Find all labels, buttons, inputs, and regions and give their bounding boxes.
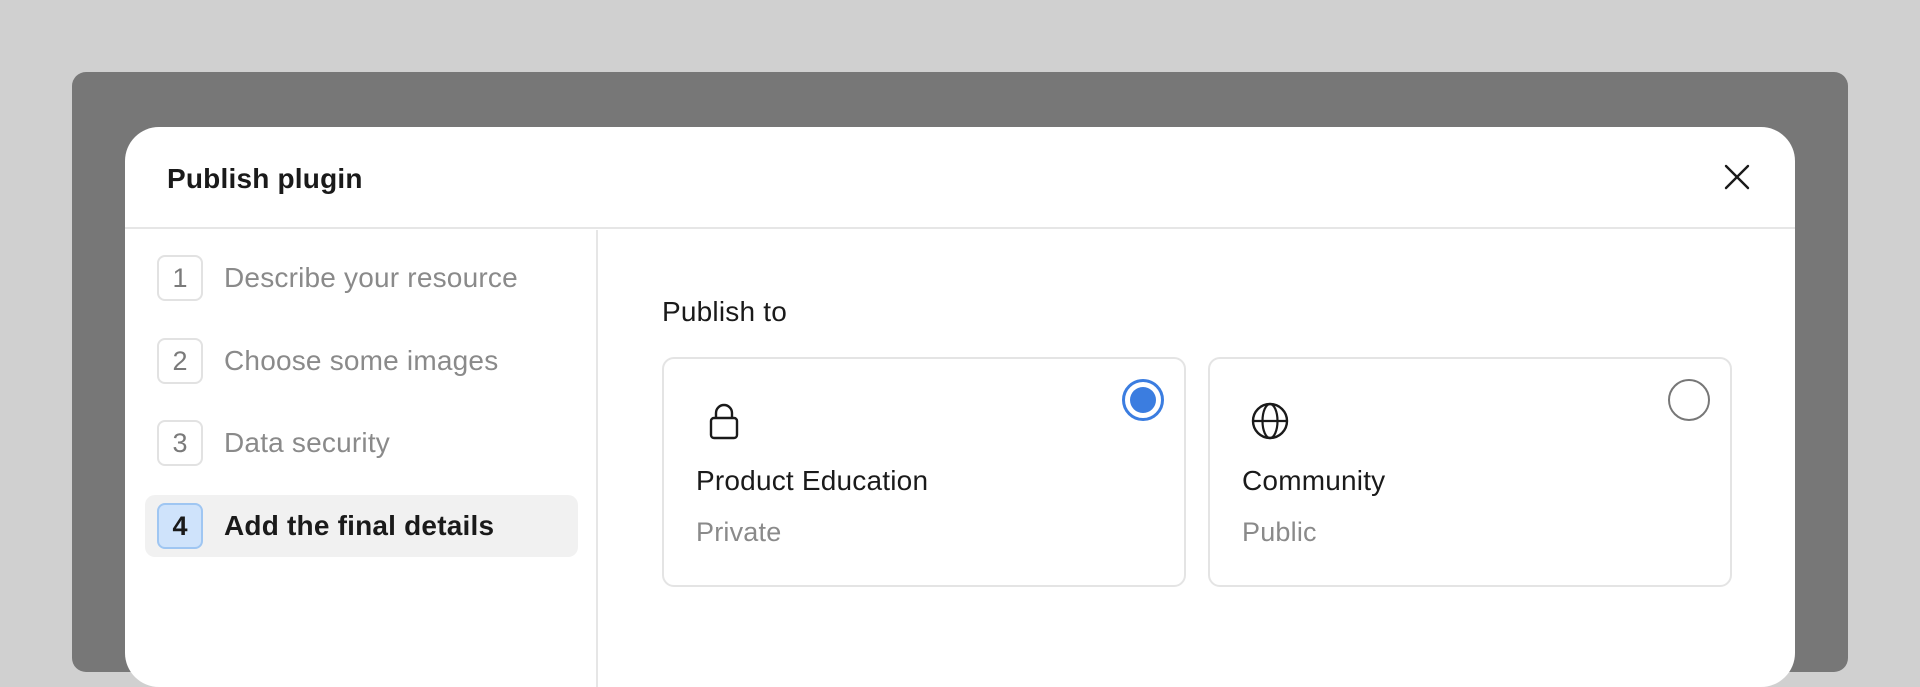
dialog-title: Publish plugin: [167, 163, 363, 194]
option-title: Community: [1242, 465, 1386, 496]
radio-community[interactable]: [1668, 379, 1710, 421]
publish-option-community[interactable]: Community Public: [1208, 357, 1732, 587]
publish-option-product-education[interactable]: Product Education Private: [662, 357, 1186, 587]
step-number: 4: [157, 503, 203, 549]
step-label: Choose some images: [224, 345, 499, 376]
close-button[interactable]: [1717, 157, 1757, 197]
publish-to-label: Publish to: [662, 296, 787, 327]
dialog-body: 1 Describe your resource 2 Choose some i…: [125, 230, 1795, 687]
dialog-header: Publish plugin: [125, 127, 1795, 229]
lock-icon: [709, 403, 739, 440]
step-label: Describe your resource: [224, 262, 518, 293]
close-icon: [1724, 164, 1750, 190]
step-final-details[interactable]: 4 Add the final details: [145, 495, 578, 557]
step-label: Add the final details: [224, 510, 495, 541]
step-choose-images[interactable]: 2 Choose some images: [145, 330, 578, 392]
radio-product-education[interactable]: [1122, 379, 1164, 421]
option-title: Product Education: [696, 465, 929, 496]
step-number: 1: [157, 255, 203, 301]
step-describe-resource[interactable]: 1 Describe your resource: [145, 247, 578, 309]
publish-plugin-dialog: Publish plugin 1 Describe your resource …: [125, 127, 1795, 687]
steps-sidebar: 1 Describe your resource 2 Choose some i…: [125, 230, 598, 687]
globe-icon: [1251, 402, 1289, 440]
option-subtitle: Private: [696, 517, 782, 547]
step-data-security[interactable]: 3 Data security: [145, 412, 578, 474]
step-number: 3: [157, 420, 203, 466]
option-subtitle: Public: [1242, 517, 1317, 547]
step-number: 2: [157, 338, 203, 384]
step-label: Data security: [224, 427, 390, 458]
main-content: Publish to Product Education Private Com…: [600, 230, 1795, 687]
